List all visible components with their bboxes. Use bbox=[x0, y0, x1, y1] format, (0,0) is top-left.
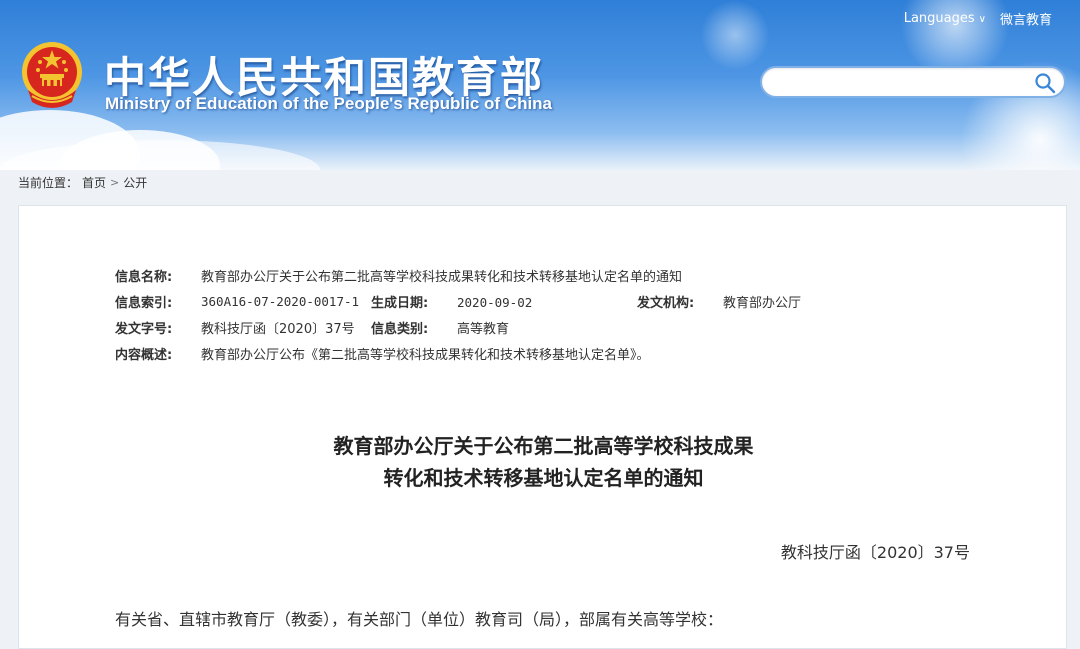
meta-row-summary: 内容概述: 教育部办公厅公布《第二批高等学校科技成果转化和技术转移基地认定名单》… bbox=[115, 340, 915, 366]
meta-date: 生成日期: 2020-09-02 bbox=[371, 292, 532, 311]
breadcrumb-prefix: 当前位置： bbox=[18, 176, 79, 190]
meta-org: 发文机构: 教育部办公厅 bbox=[637, 292, 801, 311]
meta-value: 教育部办公厅 bbox=[723, 295, 802, 311]
chevron-right-icon: > bbox=[110, 176, 120, 189]
languages-label: Languages bbox=[903, 11, 975, 26]
meta-label: 信息名称: bbox=[115, 269, 173, 285]
meta-value: 360A16-07-2020-0017-1 bbox=[201, 293, 360, 309]
meta-row-name: 信息名称: 教育部办公厅关于公布第二批高等学校科技成果转化和技术转移基地认定名单… bbox=[115, 262, 915, 288]
meta-value: 教科技厅函〔2020〕37号 bbox=[201, 321, 355, 337]
weibo-link[interactable]: 微言教育 bbox=[1000, 9, 1052, 28]
meta-label: 信息索引: bbox=[115, 295, 173, 311]
languages-menu[interactable]: Languages ∨ bbox=[904, 11, 986, 26]
meta-row-index: 信息索引: 360A16-07-2020-0017-1 生成日期: 2020-09… bbox=[115, 288, 915, 314]
top-nav: Languages ∨ 微言教育 bbox=[904, 9, 1052, 28]
search-icon[interactable] bbox=[1034, 72, 1056, 94]
meta-value: 2020-09-02 bbox=[457, 294, 533, 310]
metadata-table: 信息名称: 教育部办公厅关于公布第二批高等学校科技成果转化和技术转移基地认定名单… bbox=[115, 262, 915, 366]
breadcrumb-public-link[interactable]: 公开 bbox=[123, 174, 147, 191]
header-banner: 中华人民共和国教育部 Ministry of Education of the … bbox=[0, 0, 1080, 170]
meta-label: 生成日期: bbox=[371, 295, 429, 311]
site-subtitle: Ministry of Education of the People's Re… bbox=[105, 94, 553, 113]
breadcrumb-home-link[interactable]: 首页 bbox=[82, 174, 106, 191]
meta-row-docno: 发文字号: 教科技厅函〔2020〕37号 信息类别: 高等教育 bbox=[115, 314, 915, 340]
meta-category: 信息类别: 高等教育 bbox=[371, 318, 509, 337]
meta-label: 发文字号: bbox=[115, 321, 173, 337]
document-title-line: 教育部办公厅关于公布第二批高等学校科技成果 bbox=[333, 434, 754, 458]
content-panel: 信息名称: 教育部办公厅关于公布第二批高等学校科技成果转化和技术转移基地认定名单… bbox=[18, 205, 1067, 649]
breadcrumb: 当前位置： 首页 > 公开 bbox=[18, 174, 147, 191]
meta-value: 教育部办公厅关于公布第二批高等学校科技成果转化和技术转移基地认定名单的通知 bbox=[201, 269, 683, 285]
document-salutation: 有关省、直辖市教育厅（教委），有关部门（单位）教育司（局），部属有关高等学校： bbox=[115, 610, 724, 629]
search-box bbox=[760, 66, 1066, 98]
search-input[interactable] bbox=[776, 68, 1036, 96]
national-emblem-icon[interactable] bbox=[20, 40, 84, 112]
document-number: 教科技厅函〔2020〕37号 bbox=[780, 543, 970, 562]
document-title: 教育部办公厅关于公布第二批高等学校科技成果 转化和技术转移基地认定名单的通知 bbox=[19, 430, 1068, 494]
chevron-down-icon: ∨ bbox=[978, 14, 986, 25]
meta-value: 教育部办公厅公布《第二批高等学校科技成果转化和技术转移基地认定名单》。 bbox=[201, 347, 650, 363]
meta-label: 信息类别: bbox=[371, 321, 429, 337]
dandelion-decoration bbox=[700, 0, 770, 70]
meta-label: 发文机构: bbox=[637, 295, 695, 311]
meta-value: 高等教育 bbox=[457, 321, 510, 337]
document-title-line: 转化和技术转移基地认定名单的通知 bbox=[383, 466, 704, 490]
meta-label: 内容概述: bbox=[115, 347, 173, 363]
